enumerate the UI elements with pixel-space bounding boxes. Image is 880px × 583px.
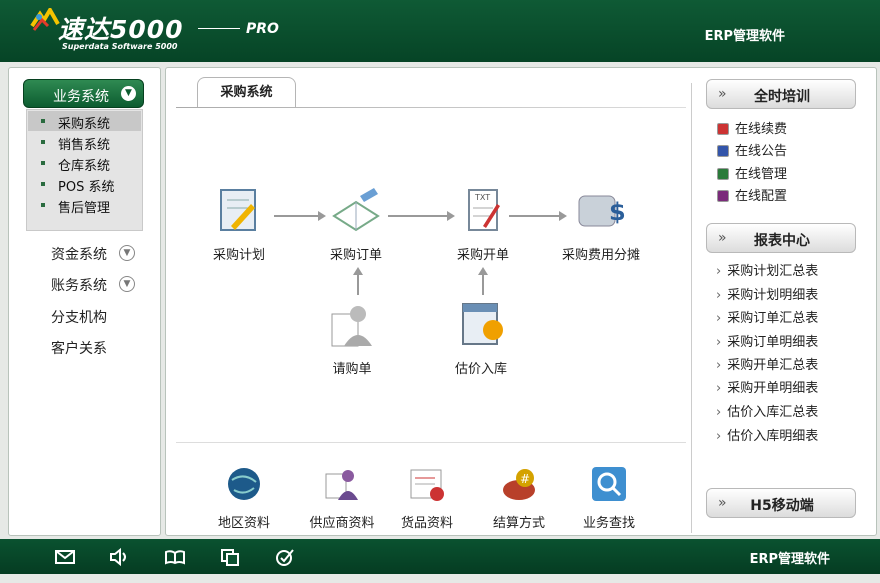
header-product-name: ERP管理软件 [704,29,785,44]
sub-nav-list: 采购系统 销售系统 仓库系统 POS 系统 售后管理 [26,109,143,231]
flow-cost-allocation[interactable]: $ 采购费用分摊 [556,186,646,263]
report-link[interactable]: › 估价入库汇总表 [716,401,818,420]
training-link[interactable]: 在线续费 [717,118,787,137]
chevron-right-icon: › [716,405,722,420]
order-book-icon [332,188,380,232]
report-link[interactable]: › 采购订单汇总表 [716,307,818,326]
report-link[interactable]: › 采购开单汇总表 [716,354,818,373]
sub-nav-item-purchase[interactable]: 采购系统 [28,111,141,132]
chevron-right-icon: › [716,264,722,279]
book-green-icon [717,168,729,180]
book-red-icon [717,123,729,135]
chevron-right-icon: › [716,429,722,444]
flow-purchase-invoice[interactable]: TXT 采购开单 [448,186,518,263]
flow-purchase-order[interactable]: 采购订单 [321,186,391,263]
section-divider [176,442,686,443]
logo-icon [30,8,60,31]
bullet-icon [41,140,45,144]
chevron-right-icon: › [716,381,722,396]
report-link[interactable]: › 采购订单明细表 [716,331,818,350]
brand-divider [198,28,240,29]
book-blue-icon [717,145,729,157]
training-header[interactable]: » 全时培训 [706,79,856,109]
estimate-stock-icon [462,303,503,345]
cost-icon: $ [578,195,626,227]
nav-item-branches[interactable]: 分支机构 [51,307,107,327]
book-icon[interactable] [164,547,186,567]
copy-icon[interactable] [219,547,241,567]
flow-arrow [388,211,455,221]
report-link[interactable]: › 估价入库明细表 [716,425,818,444]
svg-text:TXT: TXT [474,193,490,202]
mail-icon[interactable] [54,547,76,567]
flow-arrow-up [353,267,363,295]
check-icon[interactable] [274,547,296,567]
tab-purchase[interactable]: 采购系统 [197,77,296,108]
flow-arrow [274,211,326,221]
sub-nav-item-pos[interactable]: POS 系统 [28,174,141,195]
brand-pro: PRO [246,21,279,37]
svg-text:$: $ [609,198,626,226]
nav-item-accounts[interactable]: 账务系统 [51,275,107,295]
footer-product-name: ERP管理软件 [749,552,830,567]
right-divider [691,83,692,533]
app-footer: ERP管理软件 [0,539,880,574]
svg-text:#: # [520,472,530,486]
report-link[interactable]: › 采购计划汇总表 [716,260,818,279]
search-icon [592,467,626,501]
requisition-icon [331,306,372,347]
report-link[interactable]: › 采购计划明细表 [716,284,818,303]
brand-name: 速达5000 [58,15,184,44]
shortcut-settlement[interactable]: # 结算方式 [484,464,554,531]
nav-head-label: 业务系统 [53,89,109,105]
settlement-icon: # [503,469,535,500]
left-nav: 业务系统 ▼ 采购系统 销售系统 仓库系统 POS 系统 售后管理 资金系统 ▼… [8,67,161,536]
chevron-down-icon: ▼ [121,86,136,101]
speaker-icon[interactable] [108,547,130,567]
bullet-icon [41,203,45,207]
flow-requisition[interactable]: 请购单 [317,300,387,377]
chevron-down-icon[interactable]: ▼ [119,276,135,292]
chevron-right-icon: › [716,358,722,373]
h5-mobile-header[interactable]: » H5移动端 [706,488,856,518]
supplier-icon [325,470,358,500]
chevron-right-icon: › [716,288,722,303]
shortcut-search[interactable]: 业务查找 [574,464,644,531]
goods-icon [410,469,444,501]
shortcut-region[interactable]: 地区资料 [204,464,284,531]
flow-estimate-stock[interactable]: 估价入库 [446,300,516,377]
shortcut-supplier[interactable]: 供应商资料 [302,464,382,531]
report-link[interactable]: › 采购开单明细表 [716,377,818,396]
tab-underline [176,107,686,108]
shortcut-goods[interactable]: 货品资料 [392,464,462,531]
training-link[interactable]: 在线配置 [717,185,787,204]
flow-purchase-plan[interactable]: 采购计划 [204,186,274,263]
plan-icon [220,189,256,231]
training-link[interactable]: 在线公告 [717,140,787,159]
main-panel: 采购系统 采购计划 采购订单 TXT 采购开单 $ 采购费用分摊 请购单 估价入… [165,67,877,536]
bullet-icon [41,119,45,123]
reports-header[interactable]: » 报表中心 [706,223,856,253]
app-header: 速达5000 Superdata Software 5000 PRO ERP管理… [0,0,880,62]
nav-item-funds[interactable]: 资金系统 [51,244,107,264]
bullet-icon [41,161,45,165]
invoice-icon: TXT [468,189,500,231]
bullet-icon [41,182,45,186]
nav-head-business[interactable]: 业务系统 ▼ [23,79,144,108]
sub-nav-item-sales[interactable]: 销售系统 [28,132,141,153]
sub-nav-item-aftersales[interactable]: 售后管理 [28,195,141,216]
book-purple-icon [717,190,729,202]
flow-arrow-up [478,267,488,295]
globe-icon [228,468,260,500]
chevron-right-icon: › [716,335,722,350]
brand-subtitle: Superdata Software 5000 [62,42,178,51]
sub-nav-item-warehouse[interactable]: 仓库系统 [28,153,141,174]
chevron-down-icon[interactable]: ▼ [119,245,135,261]
chevron-right-icon: › [716,311,722,326]
nav-item-customers[interactable]: 客户关系 [51,338,107,358]
training-link[interactable]: 在线管理 [717,163,787,182]
